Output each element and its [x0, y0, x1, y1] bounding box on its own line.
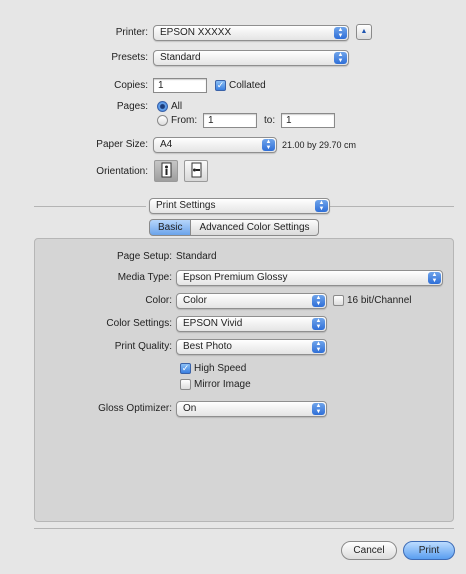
popup-arrows-icon: ▲ ▼ — [312, 341, 325, 353]
color-value: Color — [183, 295, 207, 306]
separator-right — [330, 206, 454, 207]
16-bit-checkbox[interactable] — [333, 295, 344, 306]
color-settings-popup[interactable]: EPSON Vivid ▲ ▼ — [176, 316, 327, 332]
media-type-popup[interactable]: Epson Premium Glossy ▲ ▼ — [176, 270, 443, 286]
popup-arrows-icon: ▲ ▼ — [428, 272, 441, 284]
copies-field[interactable]: 1 — [153, 78, 207, 93]
expand-disclosure-button[interactable]: ▲ — [356, 24, 372, 40]
copies-label: Copies: — [114, 80, 148, 91]
pages-to-label: to: — [264, 115, 276, 126]
color-label: Color: — [145, 295, 172, 306]
print-quality-label: Print Quality: — [114, 341, 172, 352]
pages-from-label: From: — [171, 115, 198, 126]
tab-basic[interactable]: Basic — [149, 219, 192, 236]
popup-arrows-icon: ▲ ▼ — [262, 139, 275, 151]
color-popup[interactable]: Color ▲ ▼ — [176, 293, 327, 309]
pages-label: Pages: — [116, 101, 148, 112]
print-settings-value: Print Settings — [156, 200, 216, 211]
high-speed-label: High Speed — [194, 363, 247, 374]
landscape-orientation-button[interactable] — [184, 160, 208, 182]
disclosure-triangle-icon: ▲ — [360, 28, 368, 35]
paper-size-popup[interactable]: A4 ▲ ▼ — [153, 137, 277, 153]
page-setup-value: Standard — [176, 251, 217, 262]
tab-advanced-color-settings[interactable]: Advanced Color Settings — [191, 219, 319, 236]
pages-to-field[interactable]: 1 — [281, 113, 335, 128]
print-dialog: Printer: EPSON XXXXX ▲ ▼ ▲ Presets: Stand… — [0, 0, 466, 574]
page-setup-label: Page Setup: — [116, 251, 172, 262]
media-type-label: Media Type: — [117, 272, 172, 283]
color-settings-label: Color Settings: — [106, 318, 172, 329]
paper-size-label: Paper Size: — [96, 139, 148, 150]
pages-from-radio[interactable] — [157, 115, 168, 126]
gloss-optimizer-popup[interactable]: On ▲ ▼ — [176, 401, 327, 417]
presets-value: Standard — [160, 52, 201, 63]
pages-all-radio[interactable] — [157, 101, 168, 112]
pages-from-field[interactable]: 1 — [203, 113, 257, 128]
collated-checkbox[interactable]: ✓ — [215, 80, 226, 91]
popup-arrows-icon: ▲ ▼ — [312, 295, 325, 307]
presets-label: Presets: — [111, 52, 148, 63]
portrait-icon — [161, 162, 172, 178]
orientation-label: Orientation: — [96, 166, 148, 177]
media-type-value: Epson Premium Glossy — [183, 272, 288, 283]
gloss-optimizer-value: On — [183, 403, 197, 414]
popup-arrows-icon: ▲ ▼ — [334, 52, 347, 64]
color-settings-value: EPSON Vivid — [183, 318, 243, 329]
presets-popup[interactable]: Standard ▲ ▼ — [153, 50, 349, 66]
mirror-image-checkbox[interactable] — [180, 379, 191, 390]
paper-dimensions: 21.00 by 29.70 cm — [282, 140, 357, 150]
landscape-icon — [191, 162, 202, 178]
cancel-button[interactable]: Cancel — [341, 541, 397, 560]
16-bit-label: 16 bit/Channel — [347, 295, 412, 306]
mirror-image-label: Mirror Image — [194, 379, 251, 390]
pages-all-label: All — [171, 101, 183, 112]
print-quality-value: Best Photo — [183, 341, 232, 352]
settings-tabs: Basic Advanced Color Settings — [149, 219, 319, 236]
print-quality-popup[interactable]: Best Photo ▲ ▼ — [176, 339, 327, 355]
print-button[interactable]: Print — [403, 541, 455, 560]
printer-popup[interactable]: EPSON XXXXX ▲ ▼ — [153, 25, 349, 41]
collated-label: Collated — [229, 80, 266, 91]
popup-arrows-icon: ▲ ▼ — [334, 27, 347, 39]
popup-arrows-icon: ▲ ▼ — [312, 318, 325, 330]
print-settings-popup[interactable]: Print Settings ▲ ▼ — [149, 198, 330, 214]
separator-left — [34, 206, 146, 207]
printer-label: Printer: — [115, 27, 148, 38]
printer-value: EPSON XXXXX — [160, 27, 232, 38]
popup-arrows-icon: ▲ ▼ — [312, 403, 325, 415]
bottom-separator — [34, 528, 454, 529]
gloss-optimizer-label: Gloss Optimizer: — [98, 403, 172, 414]
popup-arrows-icon: ▲ ▼ — [315, 200, 328, 212]
high-speed-checkbox[interactable]: ✓ — [180, 363, 191, 374]
portrait-orientation-button[interactable] — [154, 160, 178, 182]
paper-size-value: A4 — [160, 139, 173, 150]
